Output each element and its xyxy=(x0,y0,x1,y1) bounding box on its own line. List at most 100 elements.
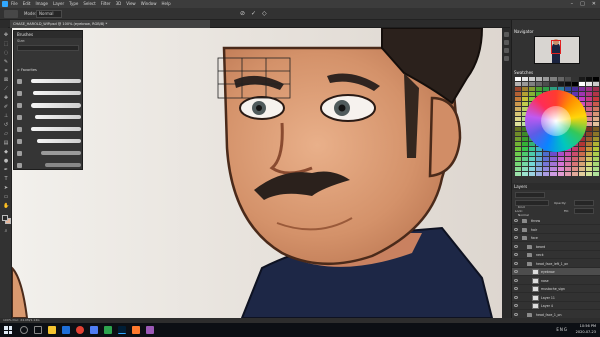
swatch-cell[interactable] xyxy=(515,82,522,86)
dodge-icon[interactable]: ● xyxy=(3,158,9,164)
layer-row[interactable]: hair xyxy=(512,226,600,234)
swatch-cell[interactable] xyxy=(515,92,522,96)
swatch-cell[interactable] xyxy=(522,97,529,101)
swatch-cell[interactable] xyxy=(585,87,592,91)
app-icon[interactable] xyxy=(146,326,154,334)
swatch-cell[interactable] xyxy=(557,162,564,166)
swatch-cell[interactable] xyxy=(515,107,522,111)
gradient-icon[interactable]: ▤ xyxy=(3,140,9,146)
navigator-thumbnail[interactable] xyxy=(534,36,580,64)
store-icon[interactable] xyxy=(104,326,112,334)
edge-browser-icon[interactable] xyxy=(62,326,70,334)
adjustments-panel-icon[interactable] xyxy=(504,48,509,53)
healing-icon[interactable]: ✚ xyxy=(3,95,9,101)
swatch-cell[interactable] xyxy=(571,87,578,91)
swatch-cell[interactable] xyxy=(550,172,557,176)
crop-icon[interactable]: ⌗ xyxy=(3,68,9,74)
swatch-cell[interactable] xyxy=(578,162,585,166)
menu-3d[interactable]: 3D xyxy=(116,0,122,8)
search-icon[interactable] xyxy=(20,326,28,334)
brush-search-input[interactable] xyxy=(17,45,79,51)
swatch-cell[interactable] xyxy=(578,142,585,146)
brush-item[interactable] xyxy=(17,99,81,111)
swatch-cell[interactable] xyxy=(522,77,529,81)
swatch-cell[interactable] xyxy=(536,157,543,161)
menu-layer[interactable]: Layer xyxy=(53,0,64,8)
swatch-cell[interactable] xyxy=(550,162,557,166)
swatch-cell[interactable] xyxy=(522,167,529,171)
swatch-cell[interactable] xyxy=(536,77,543,81)
swatch-cell[interactable] xyxy=(564,172,571,176)
swatch-cell[interactable] xyxy=(515,172,522,176)
swatch-cell[interactable] xyxy=(515,132,522,136)
swatch-cell[interactable] xyxy=(571,162,578,166)
visibility-eye-icon[interactable] xyxy=(514,227,518,231)
swatch-cell[interactable] xyxy=(564,82,571,86)
swatch-cell[interactable] xyxy=(585,152,592,156)
swatch-cell[interactable] xyxy=(578,92,585,96)
swatch-cell[interactable] xyxy=(522,142,529,146)
foreground-color-swatch[interactable] xyxy=(2,215,8,221)
swatch-cell[interactable] xyxy=(515,112,522,116)
swatch-cell[interactable] xyxy=(529,92,536,96)
swatch-cell[interactable] xyxy=(522,152,529,156)
swatch-cell[interactable] xyxy=(571,82,578,86)
swatch-cell[interactable] xyxy=(592,102,599,106)
swatch-cell[interactable] xyxy=(564,152,571,156)
maximize-icon[interactable]: □ xyxy=(580,1,585,7)
swatch-cell[interactable] xyxy=(515,117,522,121)
visibility-eye-icon[interactable] xyxy=(514,219,518,222)
document-tab[interactable]: CHASE_HAROLD_WIP.psd @ 100% (eyebrow, RG… xyxy=(10,20,210,28)
commit-transform-icon[interactable]: ✓ xyxy=(251,10,256,18)
cancel-transform-icon[interactable]: ⊘ xyxy=(240,10,245,18)
swatch-cell[interactable] xyxy=(564,162,571,166)
swatch-cell[interactable] xyxy=(529,162,536,166)
swatch-cell[interactable] xyxy=(585,147,592,151)
swatch-cell[interactable] xyxy=(585,112,592,116)
menu-window[interactable]: Window xyxy=(141,0,157,8)
swatch-cell[interactable] xyxy=(578,82,585,86)
swatch-cell[interactable] xyxy=(557,77,564,81)
swatch-cell[interactable] xyxy=(529,172,536,176)
swatch-cell[interactable] xyxy=(543,157,550,161)
swatch-cell[interactable] xyxy=(522,82,529,86)
menu-file[interactable]: File xyxy=(11,0,18,8)
swatch-cell[interactable] xyxy=(564,157,571,161)
swatch-cell[interactable] xyxy=(550,82,557,86)
swatch-cell[interactable] xyxy=(592,162,599,166)
swatch-cell[interactable] xyxy=(585,102,592,106)
swatch-cell[interactable] xyxy=(571,172,578,176)
brush-item[interactable] xyxy=(17,159,81,171)
visibility-eye-icon[interactable] xyxy=(514,295,518,299)
swatch-cell[interactable] xyxy=(536,87,543,91)
swatch-cell[interactable] xyxy=(592,92,599,96)
swatch-cell[interactable] xyxy=(571,152,578,156)
swatch-cell[interactable] xyxy=(536,172,543,176)
menu-type[interactable]: Type xyxy=(69,0,78,8)
swatch-cell[interactable] xyxy=(585,157,592,161)
swatch-cell[interactable] xyxy=(529,87,536,91)
swatch-cell[interactable] xyxy=(592,167,599,171)
swatch-cell[interactable] xyxy=(536,82,543,86)
swatch-cell[interactable] xyxy=(578,147,585,151)
swatch-cell[interactable] xyxy=(592,77,599,81)
swatch-cell[interactable] xyxy=(557,82,564,86)
swatch-cell[interactable] xyxy=(578,77,585,81)
swatch-cell[interactable] xyxy=(557,157,564,161)
type-icon[interactable]: T xyxy=(3,176,9,182)
swatch-cell[interactable] xyxy=(578,172,585,176)
history-panel-icon[interactable] xyxy=(504,32,509,37)
layer-row[interactable]: Layer 4 xyxy=(512,302,600,310)
swatch-cell[interactable] xyxy=(536,162,543,166)
layer-row[interactable]: eyebrow xyxy=(512,268,600,276)
swatch-cell[interactable] xyxy=(543,82,550,86)
chrome-icon[interactable] xyxy=(76,326,84,334)
brush-item[interactable] xyxy=(17,75,81,87)
swatch-cell[interactable] xyxy=(592,132,599,136)
layer-row[interactable]: neck xyxy=(512,251,600,259)
swatch-cell[interactable] xyxy=(543,152,550,156)
swatch-cell[interactable] xyxy=(543,162,550,166)
swatch-cell[interactable] xyxy=(585,77,592,81)
windows-start-icon[interactable] xyxy=(4,326,12,334)
illustrator-icon[interactable] xyxy=(132,326,140,334)
